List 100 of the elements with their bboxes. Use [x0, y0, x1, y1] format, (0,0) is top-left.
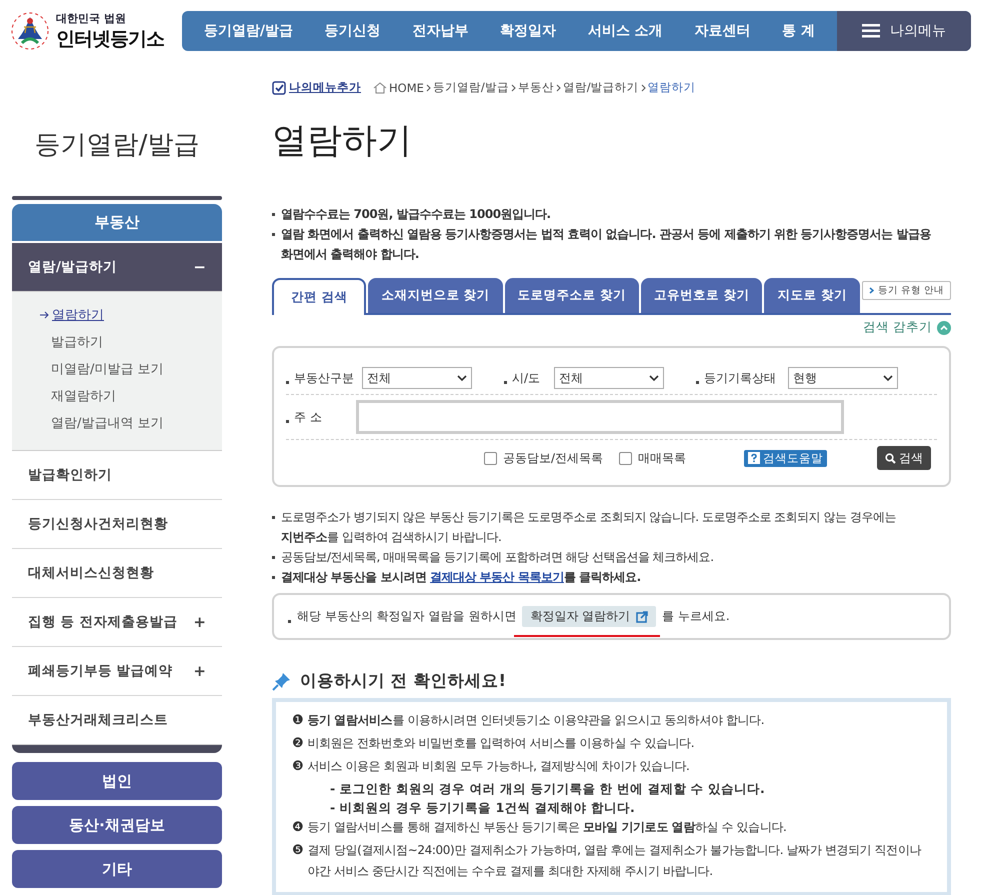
bullet-icon — [272, 233, 275, 236]
sidebar-item-label: 부동산거래체크리스트 — [28, 711, 168, 729]
section-button[interactable]: 기타 — [12, 850, 222, 888]
sidebar-item-label: 등기신청사건처리현황 — [28, 515, 168, 533]
chevron-right-icon — [556, 84, 561, 92]
type-guide-button[interactable]: 등기 유형 안내 — [862, 281, 951, 300]
fee-note: 열람 화면에서 출력하신 열람용 등기사항증명서는 법적 효력이 없습니다. 관공서 등에 제출하기 위한 등기사항증명서는 발급용 화면에서 출력해야 합니다. — [281, 226, 932, 263]
toggle-sign: + — [193, 662, 206, 680]
checkbox[interactable] — [619, 452, 632, 464]
number-marker: ❹ — [292, 819, 304, 837]
search-button[interactable]: 검색 — [877, 446, 931, 470]
info-text: 등기 열람서비스를 통해 결제하신 부동산 등기기록은 모바일 기기로도 열람하실 수 있습니다. — [307, 819, 786, 836]
page-title: 열람하기 — [272, 120, 413, 163]
bullet-icon — [272, 556, 275, 559]
select-dropdown[interactable]: 현행 — [788, 367, 898, 389]
info-text: 비회원은 전화번호와 비밀번호를 입력하여 서비스를 이용하실 수 있습니다. — [307, 735, 694, 752]
section-button[interactable]: 동산·채권담보 — [12, 806, 222, 844]
field-label: 주 소 — [294, 408, 322, 426]
field-label: 등기기록상태 — [704, 370, 776, 386]
select-dropdown[interactable]: 전체 — [554, 367, 664, 389]
sidebar-item-label: 열람/발급하기 — [28, 258, 117, 276]
number-marker: ❸ — [292, 758, 304, 776]
chevron-right-icon — [426, 84, 431, 92]
logo-subtitle: 대한민국 법원 — [56, 10, 127, 26]
field-label: 부동산구분 — [294, 370, 354, 386]
sidebar-item-label: 집행 등 전자제출용발급 — [28, 613, 178, 631]
sidebar-title: 등기열람/발급 — [34, 129, 200, 162]
arrow-icon — [40, 311, 49, 319]
number-marker: ❺ — [292, 842, 304, 860]
breadcrumb-link[interactable]: 열람/발급하기 — [562, 80, 639, 95]
info-text: 결제 당일(결제시점~24:00)만 결제취소가 가능하며, 열람 후에는 결제취소가 불가능합니다. 날짜가 변경되기 직전이나 야간 서비스 중단시간 직전에는 수수료 결제를 최대한 자제해 주시기 바랍니다. — [307, 842, 922, 880]
select-dropdown[interactable]: 전체 — [362, 367, 472, 389]
fee-note: 열람수수료는 700원, 발급수수료는 1000원입니다. — [281, 206, 551, 223]
address-input[interactable] — [356, 400, 844, 434]
search-icon — [885, 452, 896, 464]
info-subitem: - 로그인한 회원의 경우 여러 개의 등기기록을 한 번에 결제할 수 있습니다. — [329, 780, 766, 798]
search-tab[interactable]: 지도로 찾기 — [764, 278, 860, 313]
bullet-icon — [696, 381, 699, 384]
nav-link[interactable]: 확정일자 — [500, 22, 556, 40]
external-link-icon — [636, 610, 648, 622]
collapse-up-icon[interactable] — [937, 320, 951, 334]
list-link[interactable]: 결제대상 부동산 목록보기 — [430, 570, 564, 584]
view-date-button[interactable]: 확정일자 열람하기 — [522, 606, 656, 627]
dropdown-caret-icon — [649, 374, 659, 382]
hide-search-link[interactable]: 검색 감추기 — [863, 319, 932, 336]
nav-link[interactable]: 자료센터 — [694, 22, 750, 40]
bullet-icon — [272, 576, 275, 579]
home-icon — [373, 82, 387, 94]
submenu-link[interactable]: 재열람하기 — [40, 387, 222, 405]
logo-title: 인터넷등기소 — [56, 26, 164, 52]
bullet-icon — [288, 620, 291, 622]
sidebar-section-header[interactable]: 부동산 — [12, 204, 222, 241]
bullet-icon — [286, 381, 289, 384]
number-marker: ❷ — [292, 735, 304, 753]
checkbox-label[interactable]: 공동담보/전세목록 — [503, 450, 604, 466]
sidebar-item-label: 대체서비스신청현황 — [28, 564, 154, 582]
my-menu-button[interactable]: 나의메뉴 — [837, 11, 971, 51]
chevron-right-icon — [510, 84, 516, 92]
nav-link[interactable]: 등기열람/발급 — [204, 22, 293, 40]
note-text: 도로명주소가 병기되지 않은 부동산 등기기록은 도로명주소로 조회되지 않습니다. 도로명주소로 조회되지 않는 경우에는 지번주소를 입력하여 검색하시기 바랍니다. — [281, 509, 897, 546]
info-text: 등기 열람서비스를 이용하시려면 인터넷등기소 이용약관을 읽으시고 동의하셔야 합니다. — [307, 712, 764, 729]
bullet-icon — [504, 381, 507, 384]
submenu-link[interactable]: 열람하기 — [40, 306, 222, 324]
add-my-menu-link[interactable]: 나의메뉴추가 — [272, 80, 361, 95]
chevron-icon — [868, 287, 874, 294]
checkbox[interactable] — [484, 452, 497, 464]
dropdown-caret-icon — [883, 374, 893, 382]
nav-link[interactable]: 통 계 — [782, 22, 816, 40]
search-tab[interactable]: 소재지번으로 찾기 — [368, 278, 503, 313]
notice-text: 해당 부동산의 확정일자 열람을 원하시면 — [297, 608, 516, 625]
pin-icon — [272, 671, 292, 691]
submenu-link[interactable]: 미열람/미발급 보기 — [40, 360, 222, 378]
toggle-sign: − — [193, 258, 206, 276]
bullet-icon — [286, 420, 289, 423]
dropdown-caret-icon — [457, 374, 467, 382]
info-subitem: - 비회원의 경우 등기기록을 1건씩 결제해야 합니다. — [329, 799, 636, 817]
info-text: 서비스 이용은 회원과 비회원 모두 가능하나, 결제방식에 차이가 있습니다. — [307, 758, 690, 775]
breadcrumb-link[interactable]: 등기열람/발급 — [432, 80, 509, 95]
nav-link[interactable]: 등기신청 — [324, 22, 381, 40]
sidebar-item-label: 발급확인하기 — [28, 466, 112, 484]
nav-link[interactable]: 전자납부 — [412, 22, 468, 40]
breadcrumb-link[interactable]: 부동산 — [518, 80, 554, 95]
notice-text: 를 누르세요. — [662, 608, 730, 625]
breadcrumb-link[interactable]: HOME — [389, 80, 424, 94]
breadcrumb-link[interactable]: 열람하기 — [648, 80, 696, 95]
sidebar-item[interactable]: 열람/발급하기 − — [12, 243, 222, 292]
search-tab[interactable]: 도로명주소로 찾기 — [504, 278, 640, 313]
nav-link[interactable]: 서비스 소개 — [588, 22, 663, 40]
submenu-link[interactable]: 발급하기 — [40, 333, 222, 351]
number-marker: ❶ — [292, 712, 304, 730]
section-button[interactable]: 법인 — [12, 762, 222, 800]
search-help-button[interactable]: 검색도움말 — [744, 450, 828, 466]
bullet-icon — [272, 213, 275, 216]
submenu-link[interactable]: 열람/발급내역 보기 — [40, 414, 222, 432]
checkbox-label[interactable]: 매매목록 — [638, 450, 686, 466]
field-label: 시/도 — [512, 370, 540, 386]
search-tab[interactable]: 간편 검색 — [272, 278, 366, 315]
bullet-icon — [272, 516, 275, 519]
note-text: 결제대상 부동산을 보시려면 결제대상 부동산 목록보기를 클릭하세요. — [281, 569, 641, 586]
search-tab[interactable]: 고유번호로 찾기 — [641, 278, 762, 313]
